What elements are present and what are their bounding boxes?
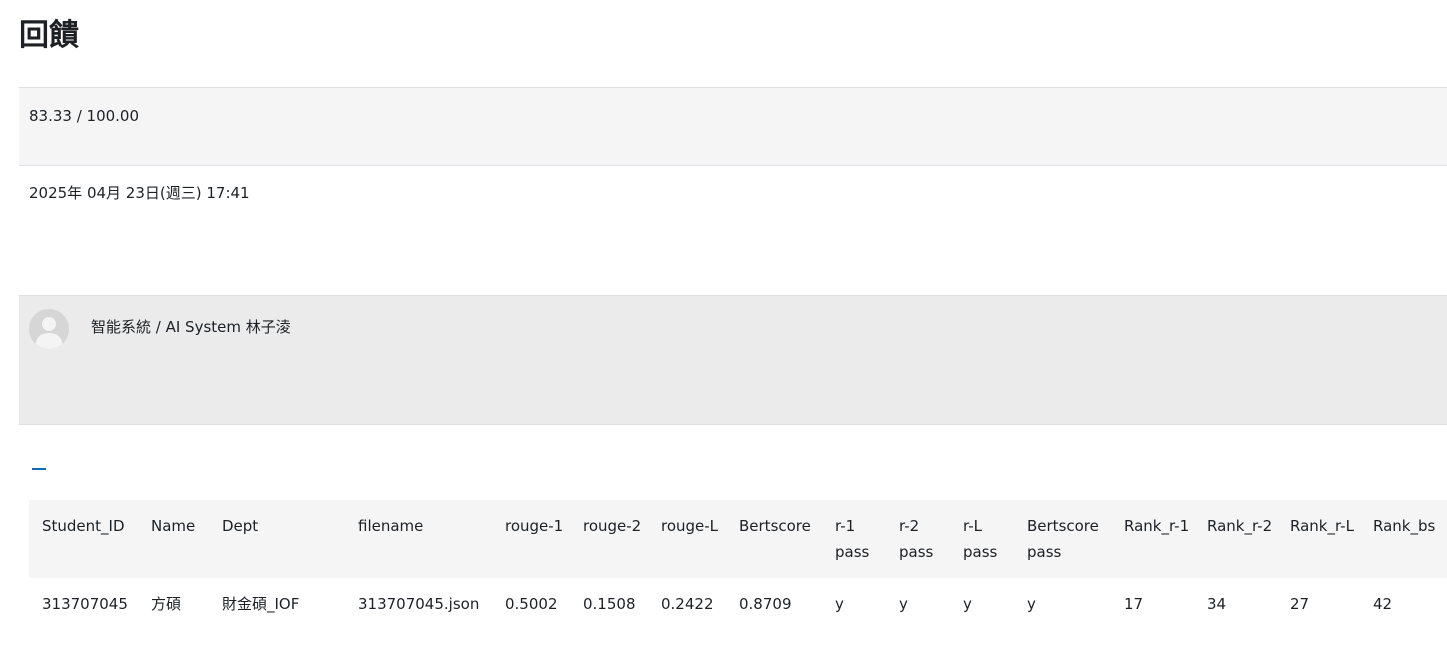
header-student-id: Student_ID <box>42 517 125 535</box>
header-rank-r1: Rank_r-1 <box>1124 517 1190 535</box>
cell-r1-pass: y <box>835 595 844 613</box>
header-r1-pass: r-1 pass <box>835 517 870 561</box>
cell-student-id: 313707045 <box>42 595 128 613</box>
cell-rouge-2: 0.1508 <box>583 595 636 613</box>
graded-date: 2025年 04月 23日(週三) 17:41 <box>29 184 250 202</box>
results-table: Student_ID Name Dept filename rouge-1 ro… <box>29 500 1447 630</box>
header-rouge-1: rouge-1 <box>505 517 564 535</box>
cell-rouge-1: 0.5002 <box>505 595 558 613</box>
feedback-page: 回饋 83.33 / 100.00 2025年 04月 23日(週三) 17:4… <box>0 0 1447 647</box>
cell-rl-pass: y <box>963 595 972 613</box>
grade-row: 83.33 / 100.00 <box>19 87 1447 166</box>
cell-bertscore: 0.8709 <box>739 595 792 613</box>
header-rank-rl: Rank_r-L <box>1290 517 1354 535</box>
cell-rouge-l: 0.2422 <box>661 595 714 613</box>
header-rouge-l: rouge-L <box>661 517 719 535</box>
cell-name: 方碩 <box>151 595 182 613</box>
grader-name: 智能系統 / AI System 林子淩 <box>91 318 291 336</box>
header-rank-r2: Rank_r-2 <box>1207 517 1273 535</box>
cell-r2-pass: y <box>899 595 908 613</box>
header-r2-pass: r-2 pass <box>899 517 934 561</box>
header-dept: Dept <box>222 517 259 535</box>
grade-value: 83.33 / 100.00 <box>29 107 140 125</box>
header-rouge-2: rouge-2 <box>583 517 642 535</box>
cell-rank-r2: 34 <box>1207 595 1227 613</box>
table-row: 313707045 方碩 財金碩_IOF 313707045.json 0.50… <box>29 578 1447 630</box>
page-title: 回饋 <box>19 18 79 53</box>
graded-date-row: 2025年 04月 23日(週三) 17:41 <box>19 166 1447 295</box>
grader-row: 智能系統 / AI System 林子淩 <box>19 295 1447 425</box>
header-bertscore: Bertscore <box>739 517 811 535</box>
header-name: Name <box>151 517 196 535</box>
header-rl-pass: r-L pass <box>963 517 998 561</box>
user-avatar-icon <box>29 309 69 349</box>
header-filename: filename <box>358 517 424 535</box>
header-bertscore-pass: Bertscore pass <box>1027 517 1099 561</box>
cell-rank-bs: 42 <box>1373 595 1393 613</box>
cell-dept: 財金碩_IOF <box>222 595 300 613</box>
cell-rank-r1: 17 <box>1124 595 1144 613</box>
header-rank-bs: Rank_bs <box>1373 517 1436 535</box>
cell-rank-rl: 27 <box>1290 595 1310 613</box>
collapse-minus-icon[interactable] <box>32 466 48 472</box>
cell-filename: 313707045.json <box>358 595 480 613</box>
table-header-row: Student_ID Name Dept filename rouge-1 ro… <box>29 500 1447 578</box>
cell-bertscore-pass: y <box>1027 595 1036 613</box>
